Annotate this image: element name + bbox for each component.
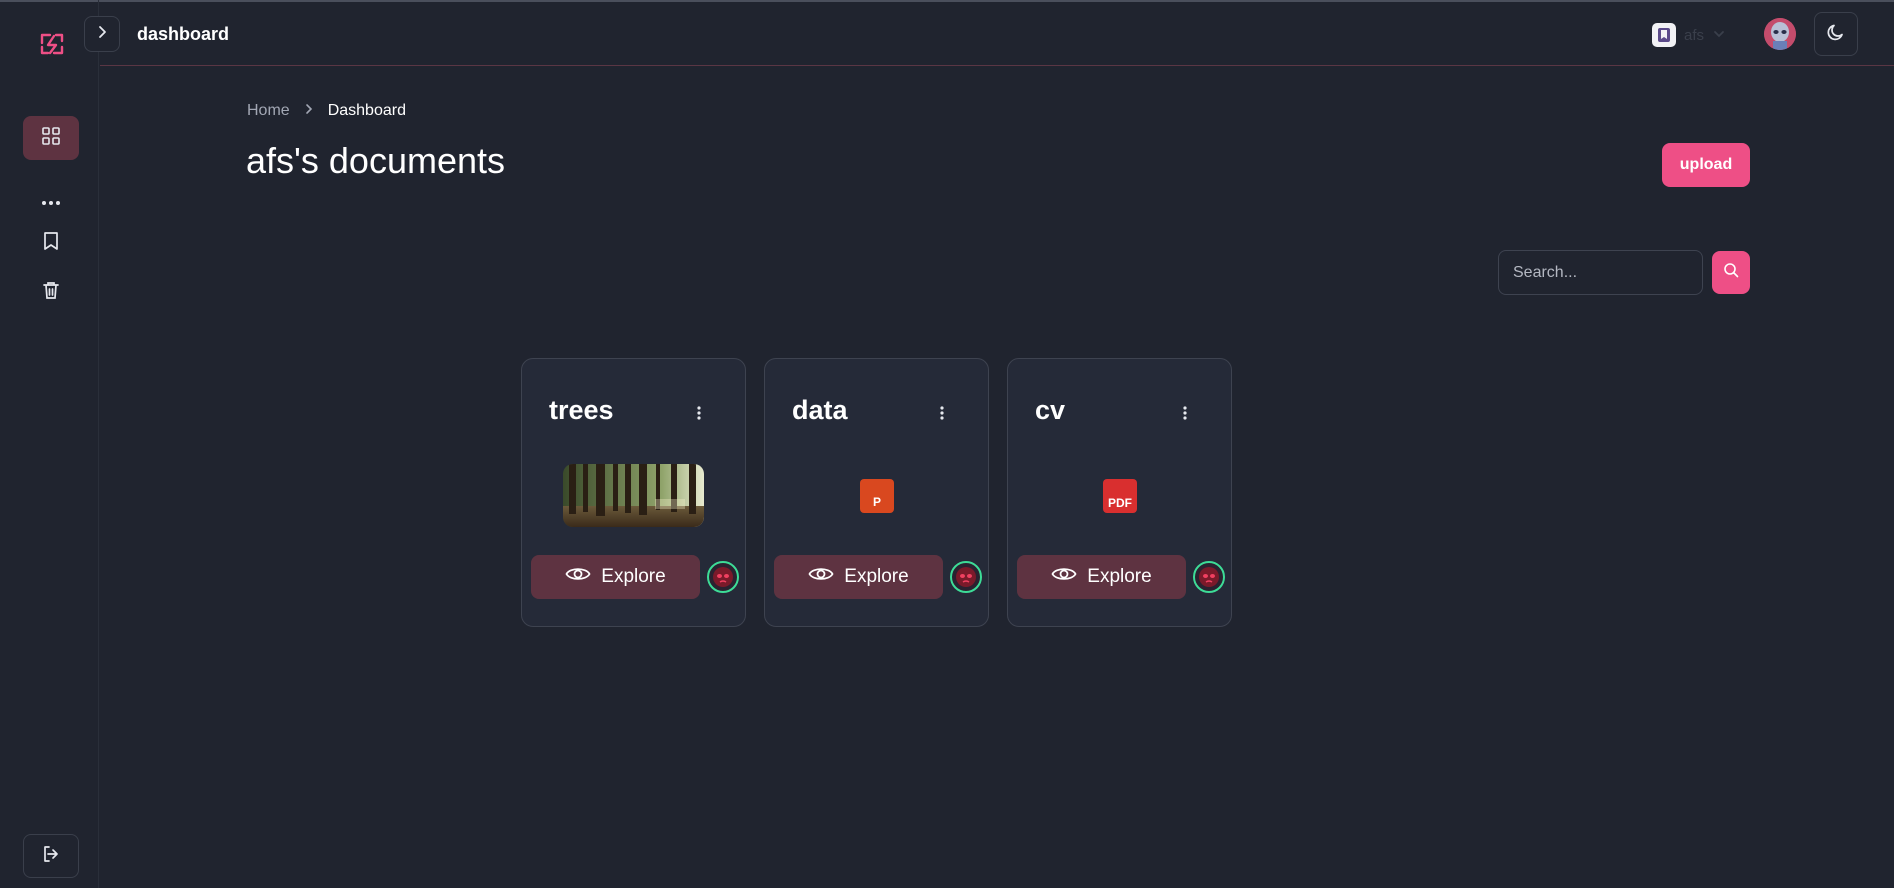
user-avatar[interactable] <box>1764 18 1796 50</box>
logout-button[interactable] <box>23 834 79 878</box>
more-vertical-icon <box>697 405 701 425</box>
explore-button[interactable]: Explore <box>1017 555 1186 599</box>
document-card: data P Explore <box>764 358 989 627</box>
explore-label: Explore <box>844 566 909 587</box>
explore-button[interactable]: Explore <box>531 555 700 599</box>
header-title: dashboard <box>137 24 230 44</box>
chevron-right-icon <box>96 25 108 44</box>
breadcrumb: Home Dashboard <box>247 102 406 120</box>
explore-label: Explore <box>601 566 666 587</box>
moon-icon <box>1826 22 1846 47</box>
sidebar-item-bookmarks[interactable] <box>36 228 66 258</box>
more-horizontal-icon <box>41 193 61 211</box>
search-input[interactable] <box>1498 250 1703 295</box>
org-name: afs <box>1684 26 1705 44</box>
sidebar-toggle-button[interactable] <box>84 16 120 52</box>
sidebar-item-trash[interactable] <box>36 277 66 307</box>
document-card: trees Explore <box>521 358 746 627</box>
page-title: afs's documents <box>246 140 505 181</box>
bookmark-icon <box>42 231 60 256</box>
owner-avatar[interactable] <box>707 561 739 593</box>
document-title: cv <box>1035 395 1066 425</box>
explore-button[interactable]: Explore <box>774 555 943 599</box>
top-header: dashboard afs <box>84 2 1894 66</box>
upload-button[interactable]: upload <box>1662 143 1750 187</box>
logout-icon <box>41 844 61 869</box>
card-menu-button[interactable] <box>1174 403 1196 427</box>
search-icon <box>1723 262 1739 283</box>
search-button[interactable] <box>1712 251 1750 294</box>
file-type-badge: P <box>872 495 881 509</box>
explore-label: Explore <box>1087 566 1152 587</box>
pptx-file-icon[interactable]: P <box>860 479 894 513</box>
grid-icon <box>41 126 61 151</box>
chevron-down-icon <box>1712 26 1726 44</box>
card-menu-button[interactable] <box>688 403 710 427</box>
breadcrumb-separator-icon <box>304 102 314 120</box>
breadcrumb-home[interactable]: Home <box>247 102 290 120</box>
image-thumbnail[interactable] <box>563 464 704 527</box>
eye-icon <box>808 565 834 589</box>
org-switcher[interactable]: afs <box>1652 22 1726 48</box>
org-icon <box>1652 23 1676 47</box>
document-title: trees <box>549 395 614 425</box>
document-card: cv PDF Explore <box>1007 358 1232 627</box>
sidebar-item-dashboard[interactable] <box>23 116 79 160</box>
breadcrumb-current: Dashboard <box>327 102 406 119</box>
trash-icon <box>42 280 60 305</box>
card-menu-button[interactable] <box>931 403 953 427</box>
more-vertical-icon <box>1183 405 1187 425</box>
file-type-badge: PDF <box>1108 496 1132 510</box>
theme-toggle-button[interactable] <box>1814 12 1858 56</box>
document-title: data <box>792 395 848 425</box>
owner-avatar[interactable] <box>1193 561 1225 593</box>
pdf-file-icon[interactable]: PDF <box>1103 479 1137 513</box>
eye-icon <box>1051 565 1077 589</box>
sidebar-item-more[interactable] <box>36 187 66 217</box>
eye-icon <box>565 565 591 589</box>
bolt-logo-icon[interactable] <box>36 28 68 60</box>
sidebar <box>0 0 99 888</box>
more-vertical-icon <box>940 405 944 425</box>
owner-avatar[interactable] <box>950 561 982 593</box>
